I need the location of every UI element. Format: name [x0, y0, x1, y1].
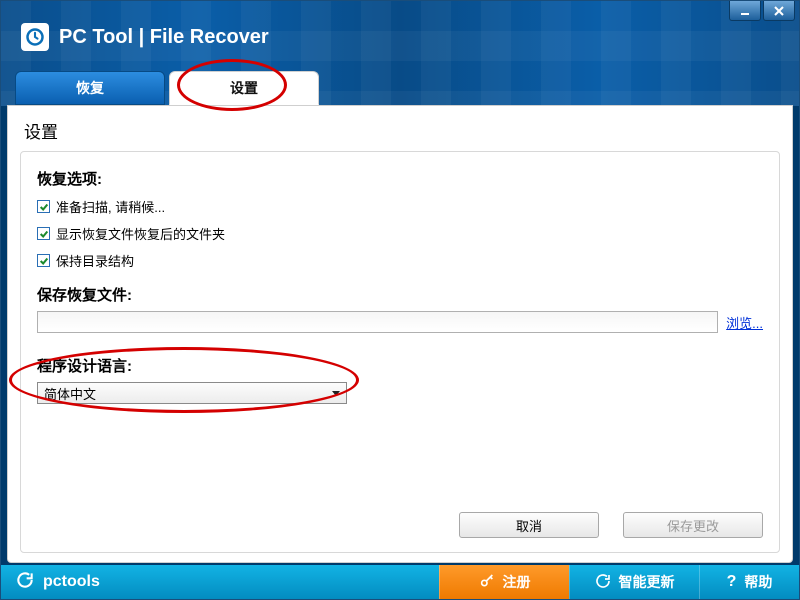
checkbox-keep-structure[interactable]	[37, 254, 50, 267]
help-label: 帮助	[744, 572, 772, 592]
save-changes-button-label: 保存更改	[667, 516, 719, 535]
language-select[interactable]: 简体中文	[37, 382, 347, 404]
content-area: 设置 恢复选项: 准备扫描, 请稍候... 显示恢复文件恢复后的文件夹 保持目录	[7, 105, 793, 563]
browse-link[interactable]: 浏览...	[726, 313, 763, 332]
language-title: 程序设计语言:	[37, 355, 763, 376]
app-logo-icon	[21, 23, 49, 51]
checkbox-prepare-scan-label: 准备扫描, 请稍候...	[56, 197, 165, 216]
tab-recover[interactable]: 恢复	[15, 71, 165, 105]
page-title: 设置	[20, 116, 780, 151]
app-window: PC Tool | File Recover 恢复 设置 设置 恢复选项: 准备…	[0, 0, 800, 600]
sync-icon	[595, 573, 611, 592]
checkbox-prepare-scan[interactable]	[37, 200, 50, 213]
checkbox-show-folder-label: 显示恢复文件恢复后的文件夹	[56, 224, 225, 243]
register-button[interactable]: 注册	[439, 565, 569, 599]
save-path-input[interactable]	[37, 311, 718, 333]
save-changes-button[interactable]: 保存更改	[623, 512, 763, 538]
language-selected-value: 简体中文	[44, 384, 96, 403]
app-title: PC Tool | File Recover	[59, 26, 269, 49]
settings-panel: 恢复选项: 准备扫描, 请稍候... 显示恢复文件恢复后的文件夹 保持目录结构	[20, 151, 780, 553]
help-button[interactable]: ? 帮助	[699, 565, 799, 599]
key-icon	[479, 573, 495, 592]
tab-settings-label: 设置	[230, 78, 258, 98]
checkbox-show-folder[interactable]	[37, 227, 50, 240]
close-button[interactable]	[763, 1, 795, 21]
register-label: 注册	[503, 572, 531, 592]
tab-recover-label: 恢复	[76, 78, 104, 98]
bottom-bar: pctools 注册 智能更新 ? 帮助	[1, 565, 799, 599]
minimize-button[interactable]	[729, 1, 761, 21]
cancel-button-label: 取消	[516, 516, 542, 535]
cancel-button[interactable]: 取消	[459, 512, 599, 538]
smart-update-button[interactable]: 智能更新	[569, 565, 699, 599]
chevron-down-icon	[332, 391, 340, 396]
brand-area: pctools	[1, 565, 439, 599]
brand-label: pctools	[43, 573, 100, 591]
refresh-icon	[15, 570, 35, 595]
smart-update-label: 智能更新	[619, 572, 675, 592]
recovery-options-title: 恢复选项:	[37, 168, 763, 189]
help-icon: ?	[727, 573, 737, 591]
tab-settings[interactable]: 设置	[169, 71, 319, 105]
save-files-title: 保存恢复文件:	[37, 284, 763, 305]
checkbox-keep-structure-label: 保持目录结构	[56, 251, 134, 270]
